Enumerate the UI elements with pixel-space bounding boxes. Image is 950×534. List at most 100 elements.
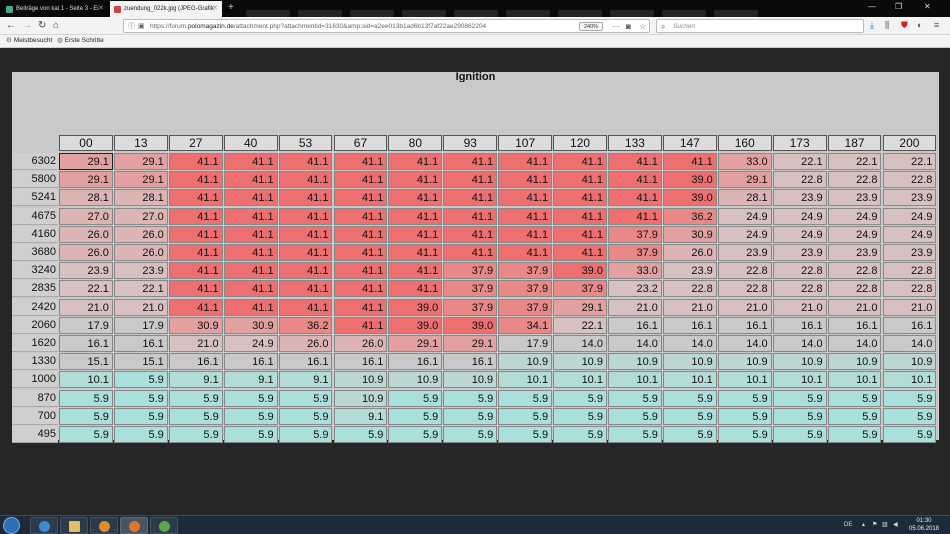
- taskbar-explorer[interactable]: [60, 517, 88, 534]
- table-cell: 5.9: [827, 407, 882, 425]
- table-cell: 29.1: [59, 153, 113, 170]
- table-cell: 5.9: [59, 389, 113, 407]
- table-cell: 41.1: [553, 244, 607, 261]
- table-cell: 5.9: [717, 426, 772, 443]
- table-cell: 23.9: [772, 244, 827, 261]
- close-tab-icon[interactable]: ✕: [98, 1, 104, 17]
- row-header: 6302: [12, 153, 58, 170]
- library-icon[interactable]: ⫼: [885, 20, 889, 31]
- info-icon[interactable]: ⓘ: [128, 20, 135, 33]
- table-cell: 41.1: [498, 153, 553, 170]
- table-cell: 41.1: [662, 153, 717, 170]
- table-cell: 26.0: [333, 335, 388, 352]
- table-cell: 10.1: [717, 371, 772, 389]
- taskbar-ie[interactable]: [30, 517, 58, 534]
- taskbar-chrome[interactable]: [150, 517, 178, 534]
- table-cell: 29.1: [443, 335, 498, 352]
- reload-icon[interactable]: ↻: [38, 19, 46, 32]
- bookmark-star-icon[interactable]: ☆: [639, 20, 646, 33]
- table-cell: 23.9: [882, 244, 937, 261]
- tray-chevron-icon[interactable]: ▴: [862, 516, 865, 534]
- table-cell: 5.9: [553, 407, 607, 425]
- table-cell: 10.9: [443, 371, 498, 389]
- taskbar-firefox[interactable]: [120, 517, 148, 534]
- table-cell: 33.0: [717, 153, 772, 170]
- column-header: 107: [498, 135, 553, 151]
- flag-icon[interactable]: ⚑: [872, 516, 877, 534]
- more-actions-icon[interactable]: ···: [612, 20, 620, 33]
- table-cell: 22.8: [827, 171, 882, 189]
- search-placeholder: Suchen: [673, 23, 696, 30]
- table-cell: 5.9: [388, 426, 443, 443]
- volume-icon[interactable]: ◀: [893, 516, 898, 534]
- column-header: 13: [113, 135, 168, 151]
- home-icon[interactable]: ⌂: [53, 19, 59, 32]
- close-window-icon[interactable]: ✕: [924, 2, 931, 11]
- table-cell: 41.1: [168, 225, 223, 243]
- maximize-icon[interactable]: ❐: [895, 2, 902, 11]
- table-cell: 5.9: [223, 407, 278, 425]
- table-cell: 22.1: [113, 280, 168, 298]
- table-cell: 5.9: [608, 389, 662, 407]
- row-header: 700: [12, 407, 58, 425]
- zoom-level[interactable]: 240%: [579, 22, 603, 31]
- table-cell: 41.1: [608, 171, 662, 189]
- table-cell: 10.1: [553, 371, 607, 389]
- table-cell: 22.1: [882, 153, 937, 170]
- table-cell: 5.9: [717, 389, 772, 407]
- language-indicator[interactable]: DE: [844, 516, 852, 534]
- table-cell: 41.1: [168, 244, 223, 261]
- adblock-icon[interactable]: ⛊: [901, 20, 908, 31]
- row-header: 4675: [12, 207, 58, 225]
- tab-label: zuendung_022k.jpg (JPEG-Grafik: [124, 6, 214, 12]
- table-cell: 22.8: [882, 262, 937, 280]
- table-cell: 5.9: [498, 426, 553, 443]
- row-header: 2060: [12, 316, 58, 334]
- table-cell: 23.9: [662, 262, 717, 280]
- tab-forum[interactable]: Beiträge von kai 1 - Seite 3 - Ei ✕: [2, 1, 108, 17]
- table-cell: 9.1: [168, 371, 223, 389]
- table-cell: 29.1: [388, 335, 443, 352]
- search-input[interactable]: ⌕ Suchen: [656, 19, 864, 33]
- table-cell: 41.1: [553, 153, 607, 170]
- bookmark-most-visited[interactable]: ⚙ Meistbesucht: [6, 35, 52, 47]
- bookmark-getting-started[interactable]: ◍ Erste Schritte: [57, 35, 104, 47]
- table-cell: 16.1: [113, 335, 168, 352]
- table-cell: 10.1: [608, 371, 662, 389]
- start-button[interactable]: [3, 517, 20, 534]
- table-cell: 5.9: [827, 389, 882, 407]
- network-icon[interactable]: ▥: [882, 516, 888, 534]
- table-cell: 21.0: [608, 298, 662, 316]
- table-cell: 24.9: [223, 335, 278, 352]
- table-cell: 16.1: [717, 316, 772, 334]
- close-tab-icon[interactable]: ✕: [212, 1, 218, 17]
- table-cell: 5.9: [443, 407, 498, 425]
- clock[interactable]: 01:30 05.06.2018: [906, 517, 942, 533]
- table-cell: 14.0: [553, 335, 607, 352]
- table-cell: 33.0: [608, 262, 662, 280]
- table-cell: 41.1: [168, 280, 223, 298]
- table-cell: 41.1: [388, 262, 443, 280]
- row-header: 2835: [12, 280, 58, 298]
- table-cell: 41.1: [223, 225, 278, 243]
- minimize-icon[interactable]: —: [868, 2, 876, 11]
- taskbar-media-player[interactable]: [90, 517, 118, 534]
- table-cell: 5.9: [553, 426, 607, 443]
- table-cell: 41.1: [223, 153, 278, 170]
- back-icon[interactable]: ←: [6, 19, 16, 32]
- extension-icon[interactable]: ◐: [917, 20, 922, 31]
- downloads-icon[interactable]: ⤓: [870, 20, 874, 31]
- table-cell: 41.1: [333, 153, 388, 170]
- table-cell: 37.9: [608, 244, 662, 261]
- table-cell: 41.1: [168, 207, 223, 225]
- table-cell: 23.9: [113, 262, 168, 280]
- table-cell: 23.9: [717, 244, 772, 261]
- table-cell: 34.1: [498, 316, 553, 334]
- menu-icon[interactable]: ≡: [934, 20, 939, 31]
- table-cell: 16.1: [827, 316, 882, 334]
- new-tab-button[interactable]: +: [228, 2, 234, 14]
- url-bar[interactable]: ⓘ ▣ https://forum.polomagazin.de/attachm…: [123, 19, 650, 33]
- tab-image[interactable]: zuendung_022k.jpg (JPEG-Grafik ✕: [110, 1, 222, 17]
- forward-icon[interactable]: →: [22, 19, 32, 32]
- pocket-icon[interactable]: ◙: [626, 20, 631, 33]
